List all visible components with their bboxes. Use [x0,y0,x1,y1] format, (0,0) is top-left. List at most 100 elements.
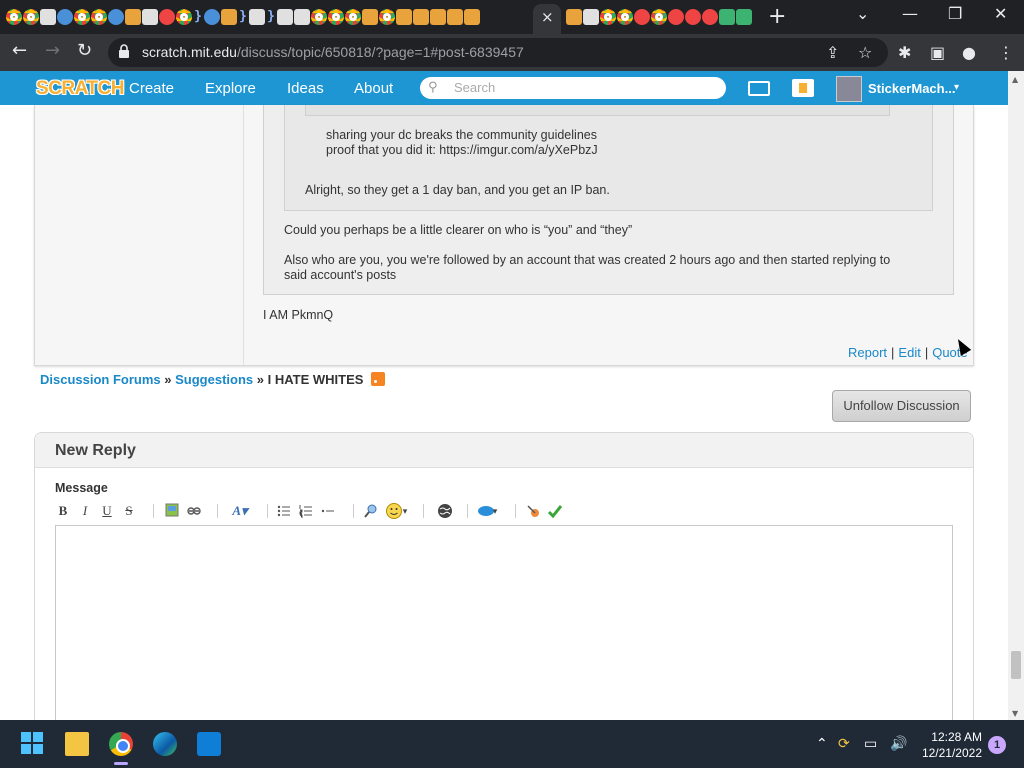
tab-favicon-icon[interactable] [702,9,718,25]
scroll-up-icon[interactable]: ▲ [1012,75,1018,84]
tab-favicon-icon[interactable]: } [193,9,203,25]
checkmark-icon[interactable] [547,503,563,519]
scratch-logo[interactable]: SCRATCH [36,78,124,100]
tab-favicon-icon[interactable] [617,9,633,25]
share-icon[interactable]: ⇪ [826,43,839,62]
report-link[interactable]: Report [848,345,887,360]
store-icon[interactable] [197,732,221,756]
tab-favicon-icon[interactable] [277,9,293,25]
tab-favicon-icon[interactable] [176,9,192,25]
sync-icon[interactable]: ⟳ [838,736,850,752]
tab-favicon-icon[interactable] [668,9,684,25]
my-stuff-icon[interactable] [792,79,814,97]
breadcrumb-forums[interactable]: Discussion Forums [40,372,161,387]
tab-favicon-icon[interactable] [294,9,310,25]
chrome-taskbar-icon[interactable] [109,732,133,756]
tab-favicon-icon[interactable] [91,9,107,25]
tab-favicon-icon[interactable] [583,9,599,25]
tab-favicon-icon[interactable] [74,9,90,25]
tab-favicon-icon[interactable]: } [238,9,248,25]
nav-ideas[interactable]: Ideas [287,80,324,97]
system-clock[interactable]: 12:28 AM 12/21/2022 [918,729,982,761]
italic-button[interactable]: I [79,501,91,521]
nav-explore[interactable]: Explore [205,80,256,97]
tab-favicon-icon[interactable] [736,9,752,25]
tab-favicon-icon[interactable] [362,9,378,25]
link-icon[interactable] [187,504,201,518]
edit-link[interactable]: Edit [898,345,920,360]
tab-close-icon[interactable]: × [541,8,554,26]
bookmark-star-icon[interactable]: ☆ [858,43,872,62]
tab-favicon-icon[interactable] [396,9,412,25]
tab-favicon-icon[interactable] [447,9,463,25]
tab-favicon-icon[interactable] [125,9,141,25]
pinned-tab-favicons[interactable]: } } } [6,8,480,26]
profile-icon[interactable]: ● [962,43,976,62]
font-style-button[interactable]: A▾ [229,501,251,521]
remove-format-icon[interactable] [525,503,541,519]
notification-badge[interactable]: 1 [988,736,1006,754]
tab-favicon-icon[interactable] [651,9,667,25]
tab-favicon-icon[interactable] [204,9,220,25]
reload-button[interactable]: ↻ [77,40,92,61]
extensions-icon[interactable]: ✱ [898,43,911,62]
tab-search-icon[interactable]: ⌄ [856,4,869,23]
unfollow-button[interactable]: Unfollow Discussion [832,390,971,422]
more-tab-favicons[interactable] [566,8,752,26]
volume-icon[interactable]: 🔊 [890,736,907,752]
messages-icon[interactable] [748,81,770,96]
new-tab-button[interactable]: + [768,4,786,29]
tab-favicon-icon[interactable] [719,9,735,25]
tab-favicon-icon[interactable] [23,9,39,25]
file-explorer-icon[interactable] [65,732,89,756]
bullet-list-icon[interactable] [277,504,291,518]
tab-favicon-icon[interactable] [600,9,616,25]
breadcrumb-category[interactable]: Suggestions [175,372,253,387]
tab-favicon-icon[interactable] [328,9,344,25]
underline-button[interactable]: U [101,501,113,521]
avatar[interactable] [836,76,862,102]
image-icon[interactable] [165,503,179,517]
tab-favicon-icon[interactable] [464,9,480,25]
minimize-button[interactable]: — [902,4,918,23]
tab-favicon-icon[interactable] [311,9,327,25]
tray-chevron-icon[interactable]: ⌃ [816,736,828,752]
strikethrough-button[interactable]: S [123,501,135,521]
tab-favicon-icon[interactable] [57,9,73,25]
tab-favicon-icon[interactable] [379,9,395,25]
tab-favicon-icon[interactable] [634,9,650,25]
tab-favicon-icon[interactable] [345,9,361,25]
scrollbar-thumb[interactable] [1011,651,1021,679]
edge-icon[interactable] [153,732,177,756]
numbered-list-icon[interactable] [299,504,313,518]
color-dropdown-icon[interactable]: ▾ [491,501,499,521]
page-scrollbar[interactable]: ▲ ▼ [1008,71,1024,720]
tab-favicon-icon[interactable] [108,9,124,25]
back-button[interactable]: ← [12,40,27,61]
forward-button[interactable]: → [45,40,60,61]
tab-favicon-icon[interactable] [40,9,56,25]
list-item-icon[interactable] [321,504,335,518]
restore-button[interactable]: ❐ [948,4,962,23]
side-panel-icon[interactable]: ▣ [930,43,945,62]
emoji-dropdown-icon[interactable]: ▾ [401,501,409,521]
message-textarea[interactable] [55,525,953,725]
display-icon[interactable]: ▭ [864,736,877,752]
close-window-button[interactable]: ✕ [994,4,1007,23]
tab-favicon-icon[interactable] [430,9,446,25]
tab-favicon-icon[interactable] [159,9,175,25]
tab-favicon-icon[interactable] [249,9,265,25]
url-text[interactable]: scratch.mit.edu/discuss/topic/650818/?pa… [142,44,524,60]
chevron-down-icon[interactable]: ▾ [954,82,959,93]
tab-favicon-icon[interactable] [6,9,22,25]
rss-icon[interactable] [371,372,386,386]
chrome-menu-icon[interactable]: ⋮ [998,43,1014,62]
spoiler-search-icon[interactable] [363,503,379,519]
nav-create[interactable]: Create [129,80,174,97]
globe-icon[interactable] [437,503,453,519]
start-icon[interactable] [21,732,45,756]
nav-about[interactable]: About [354,80,393,97]
tab-favicon-icon[interactable] [142,9,158,25]
tab-favicon-icon[interactable] [566,9,582,25]
bold-button[interactable]: B [57,501,69,521]
